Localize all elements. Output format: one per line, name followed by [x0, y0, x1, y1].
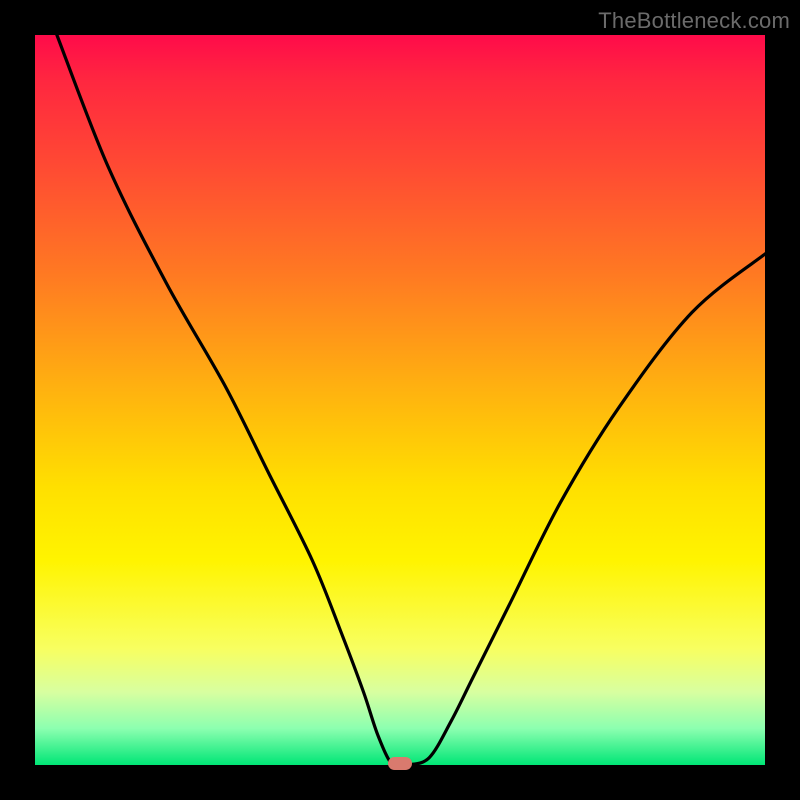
- optimal-marker: [388, 757, 412, 770]
- bottleneck-curve: [35, 35, 765, 765]
- chart-frame: TheBottleneck.com: [0, 0, 800, 800]
- plot-area: [35, 35, 765, 765]
- watermark-text: TheBottleneck.com: [598, 8, 790, 34]
